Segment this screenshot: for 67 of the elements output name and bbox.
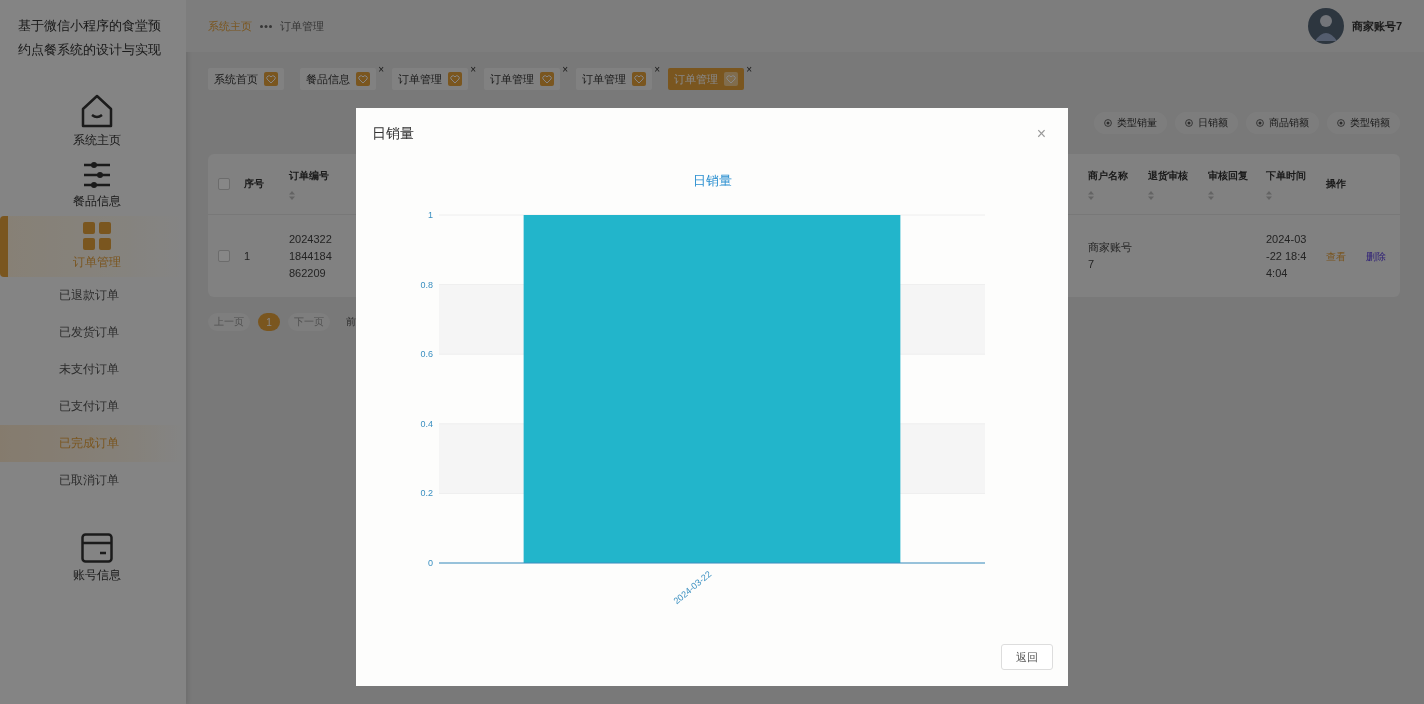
sidebar-item[interactable]: 账号信息 [0,527,186,590]
y-tick-label: 0 [428,558,433,568]
radio-icon [1185,119,1193,127]
app-title: 基于微信小程序的食堂预约点餐系统的设计与实现 [17,17,162,59]
y-tick-label: 0.4 [420,418,433,429]
column-header: 退货审核 [1148,168,1189,183]
radio-icon [1104,119,1112,127]
more-icon [260,24,272,28]
sidebar-subitem[interactable]: 未支付订单 [0,351,186,388]
sidebar-subitem[interactable]: 已发货订单 [0,314,186,351]
close-icon[interactable]: × [562,64,568,75]
column-header: 订单编号 [289,168,330,183]
radio-icon [1256,119,1264,127]
table-cell-text: 商家账号7 [1088,240,1133,272]
close-icon[interactable]: × [654,64,660,75]
sidebar-item[interactable]: 系统主页 [0,88,186,155]
home-icon [80,94,114,128]
grid-icon [83,222,111,250]
page-tab[interactable]: 系统首页 [208,68,284,90]
chart-button[interactable]: 商品销额 [1246,112,1319,134]
action-link[interactable]: 删除 [1366,247,1386,265]
close-icon[interactable]: × [470,64,476,75]
column-header: 序号 [244,177,265,191]
checkbox[interactable] [218,250,230,262]
sidebar-subitem[interactable]: 已取消订单 [0,462,186,499]
heart-icon [264,72,278,86]
y-tick-label: 0.8 [420,279,433,290]
card-icon [81,533,113,563]
heart-icon [632,72,646,86]
sort-icon[interactable] [289,190,295,200]
y-tick-label: 0.2 [420,488,433,499]
chart-button[interactable]: 类型销额 [1327,112,1400,134]
heart-icon [448,72,462,86]
column-header: 商户名称 [1088,168,1129,183]
sidebar-subitem[interactable]: 已支付订单 [0,388,186,425]
dialog-title: 日销量 [372,125,414,143]
column-header: 下单时间 [1266,168,1307,183]
sort-icon[interactable] [1266,190,1272,200]
chart-button[interactable]: 类型销量 [1094,112,1167,134]
sliders-icon [82,161,112,189]
radio-icon [1337,119,1345,127]
heart-icon [356,72,370,86]
breadcrumb-item: 订单管理 [280,18,324,34]
chart-button[interactable]: 日销额 [1175,112,1238,134]
user-name[interactable]: 商家账号7 [1351,18,1402,34]
sidebar-subitem[interactable]: 已退款订单 [0,277,186,314]
avatar[interactable] [1307,8,1344,44]
column-header: 操作 [1326,177,1347,191]
column-header: 审核回复 [1208,168,1249,183]
table-cell-text: 20243221844184862209 [289,231,333,281]
y-tick-label: 1 [428,210,433,220]
table-cell-text: 1 [244,248,252,264]
sort-icon[interactable] [1088,190,1094,200]
close-icon[interactable]: × [746,64,752,75]
heart-icon [540,72,554,86]
chart-title: 日销量 [692,173,732,188]
heart-icon [724,72,738,86]
table-cell-text: 2024-03-22 18:44:04 [1266,231,1308,281]
checkbox[interactable] [218,178,230,190]
close-button[interactable]: × [1030,124,1052,144]
sidebar-item[interactable]: 餐品信息 [0,155,186,216]
sort-icon[interactable] [1148,190,1154,200]
jump-label: 前 [346,315,356,329]
sort-icon[interactable] [1208,190,1214,200]
back-button[interactable]: 返回 [1001,644,1053,670]
y-tick-label: 0.6 [420,349,433,360]
close-icon[interactable]: × [378,64,384,75]
